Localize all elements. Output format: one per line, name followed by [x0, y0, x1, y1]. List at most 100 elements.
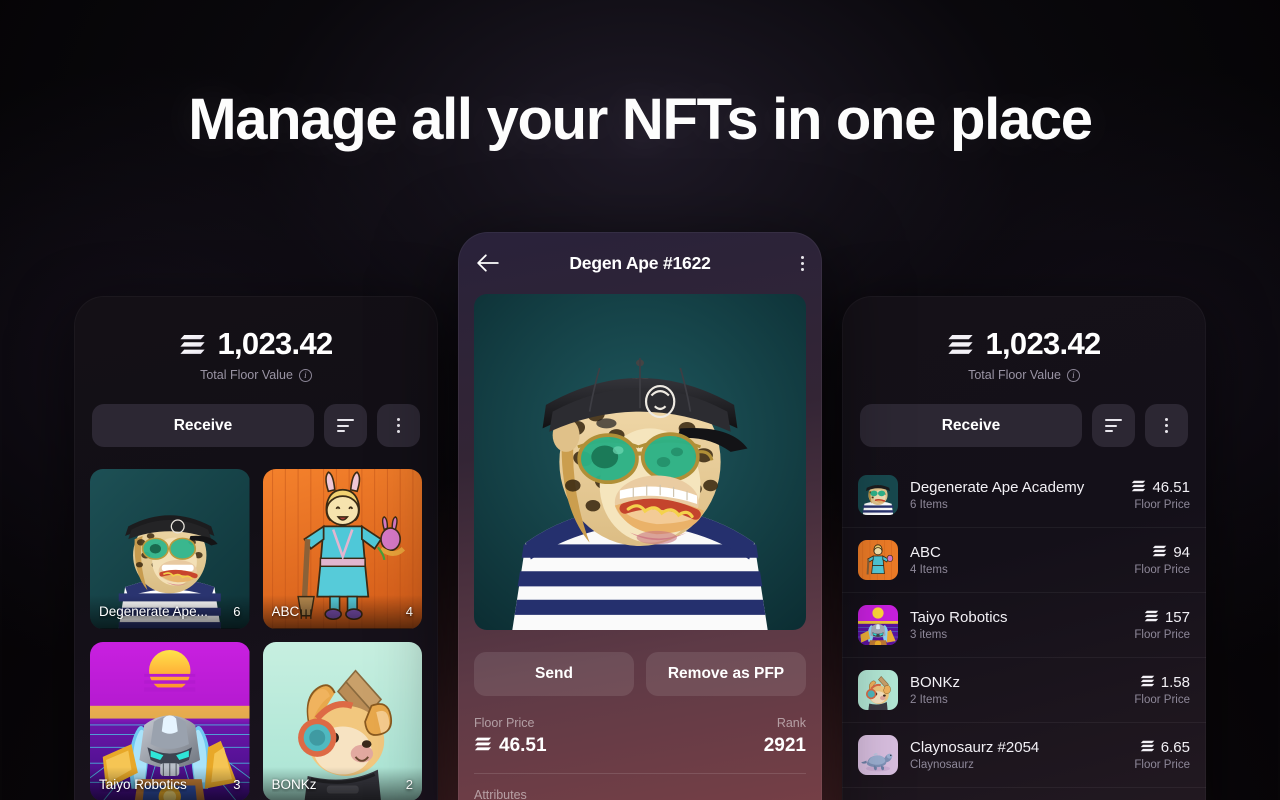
wallet-balance-header-right: 1,023.42 Total Floor Value i: [842, 296, 1206, 382]
send-button[interactable]: Send: [474, 652, 634, 696]
landing-page: Manage all your NFTs in one place 1,023.…: [0, 0, 1280, 800]
collection-price: 157: [1134, 609, 1190, 626]
collection-items-count: 2 Items: [910, 694, 948, 706]
balance-caption-label: Total Floor Value: [968, 368, 1061, 382]
floor-price-label: Floor Price: [1134, 694, 1190, 706]
collection-price: 46.51: [1131, 479, 1190, 496]
attributes-label: Attributes: [474, 788, 527, 800]
info-icon[interactable]: i: [298, 368, 312, 382]
collection-price-value: 157: [1164, 609, 1190, 626]
floor-price-label: Floor Price: [1134, 499, 1190, 511]
collection-thumbnail: [858, 540, 898, 580]
collection-price: 1.58: [1134, 674, 1190, 691]
nft-card-name: BONKz: [271, 776, 317, 792]
sort-button[interactable]: [324, 404, 367, 447]
nft-hero-image[interactable]: [474, 294, 806, 630]
collection-price-block: 94 Floor Price: [1134, 544, 1190, 576]
balance-row: 1,023.42: [842, 326, 1206, 362]
nft-card-name: ABC: [271, 604, 300, 619]
phone-mockup-center: Degen Ape #1622 Send Remove as PFP Floor…: [458, 232, 822, 800]
list-item[interactable]: Claynosaurz #2054 Claynosaurz 6.65 Floor…: [842, 722, 1206, 787]
remove-pfp-button[interactable]: Remove as PFP: [646, 652, 806, 696]
collection-thumbnail: [858, 475, 898, 515]
collection-name: ABC: [910, 544, 941, 561]
list-item[interactable]: SMB #225 209.60 Floor Price: [842, 787, 1206, 800]
detail-more-button[interactable]: [801, 255, 804, 271]
collection-info: Taiyo Robotics 3 items: [910, 609, 1122, 641]
collection-price-value: 94: [1173, 544, 1190, 561]
sort-icon: [1105, 419, 1122, 432]
more-options-button[interactable]: [377, 404, 420, 447]
floor-price-value-row: 46.51: [474, 735, 547, 757]
phone-mockup-left: 1,023.42 Total Floor Value i Receive Deg…: [74, 296, 438, 800]
nft-card-label: ABC 4: [262, 594, 422, 629]
collection-items-count: 4 Items: [910, 564, 948, 576]
nft-card-count: 4: [405, 604, 413, 619]
nft-card-label: Taiyo Robotics 3: [90, 767, 250, 800]
nft-grid-card[interactable]: BONKz 2: [262, 641, 422, 800]
more-options-button[interactable]: [1145, 404, 1188, 447]
solana-icon: [1140, 674, 1155, 691]
receive-button[interactable]: Receive: [92, 404, 314, 447]
rank-label: Rank: [776, 716, 806, 730]
nft-card-label: BONKz 2: [262, 767, 422, 800]
nft-card-name: Taiyo Robotics: [99, 776, 187, 792]
more-vertical-icon: [397, 418, 400, 433]
floor-price-label: Floor Price: [1134, 564, 1190, 576]
collection-thumbnail: [858, 735, 898, 775]
nft-grid-card[interactable]: ABC 4: [262, 469, 422, 629]
list-item[interactable]: BONKz 2 Items 1.58 Floor Price: [842, 657, 1206, 722]
info-icon[interactable]: i: [1066, 368, 1080, 382]
nft-grid-card[interactable]: Taiyo Robotics 3: [90, 641, 250, 800]
back-arrow-icon[interactable]: [476, 251, 500, 275]
floor-price-value: 46.51: [499, 735, 547, 756]
collection-list: Degenerate Ape Academy 6 Items 46.51 Flo…: [842, 447, 1206, 800]
collection-price-value: 46.51: [1152, 479, 1190, 496]
solana-icon: [1144, 609, 1159, 626]
balance-caption: Total Floor Value i: [74, 368, 438, 382]
sort-button[interactable]: [1092, 404, 1135, 447]
collection-items-count: Claynosaurz: [910, 759, 974, 771]
collection-price-value: 6.65: [1160, 739, 1190, 756]
nft-grid-card[interactable]: Degenerate Ape... 6: [90, 469, 250, 629]
collection-info: ABC 4 Items: [910, 544, 1122, 576]
collection-price: 94: [1134, 544, 1190, 561]
receive-button[interactable]: Receive: [860, 404, 1082, 447]
solana-icon: [947, 334, 974, 355]
degen-ape-hero-artwork: [474, 294, 806, 630]
collection-info: BONKz 2 Items: [910, 674, 1122, 706]
solana-icon: [1131, 479, 1146, 496]
balance-amount: 1,023.42: [217, 326, 333, 361]
floor-price-label: Floor Price: [1134, 759, 1190, 771]
wallet-actions-left: Receive: [74, 382, 438, 447]
solana-icon: [179, 334, 206, 355]
solana-icon: [1152, 544, 1167, 561]
collection-name: Degenerate Ape Academy: [910, 479, 1085, 496]
collection-info: Claynosaurz #2054 Claynosaurz: [910, 739, 1122, 771]
nft-card-name: Degenerate Ape...: [99, 604, 208, 619]
balance-caption-label: Total Floor Value: [200, 368, 293, 382]
balance-amount: 1,023.42: [985, 326, 1101, 361]
list-item[interactable]: ABC 4 Items 94 Floor Price: [842, 527, 1206, 592]
balance-caption: Total Floor Value i: [842, 368, 1206, 382]
detail-actions: Send Remove as PFP: [458, 630, 822, 696]
solana-icon: [474, 735, 492, 757]
collection-price-block: 157 Floor Price: [1134, 609, 1190, 641]
list-item[interactable]: Degenerate Ape Academy 6 Items 46.51 Flo…: [842, 463, 1206, 527]
rank-value: 2921: [763, 735, 806, 756]
detail-header: Degen Ape #1622: [458, 232, 822, 294]
sort-icon: [337, 419, 354, 432]
collection-name: BONKz: [910, 674, 961, 691]
collection-thumbnail: [858, 670, 898, 710]
list-item[interactable]: Taiyo Robotics 3 items 157 Floor Price: [842, 592, 1206, 657]
collection-items-count: 6 Items: [910, 499, 948, 511]
floor-price-label: Floor Price: [474, 716, 535, 730]
detail-title: Degen Ape #1622: [569, 252, 711, 273]
floor-price-stat: Floor Price 46.51: [474, 716, 547, 757]
collection-price-block: 1.58 Floor Price: [1134, 674, 1190, 706]
phone-mockup-right: 1,023.42 Total Floor Value i Receive Deg…: [842, 296, 1206, 800]
floor-price-label: Floor Price: [1134, 629, 1190, 641]
nft-card-count: 3: [233, 776, 241, 792]
wallet-balance-header-left: 1,023.42 Total Floor Value i: [74, 296, 438, 382]
nft-card-count: 2: [405, 776, 413, 792]
